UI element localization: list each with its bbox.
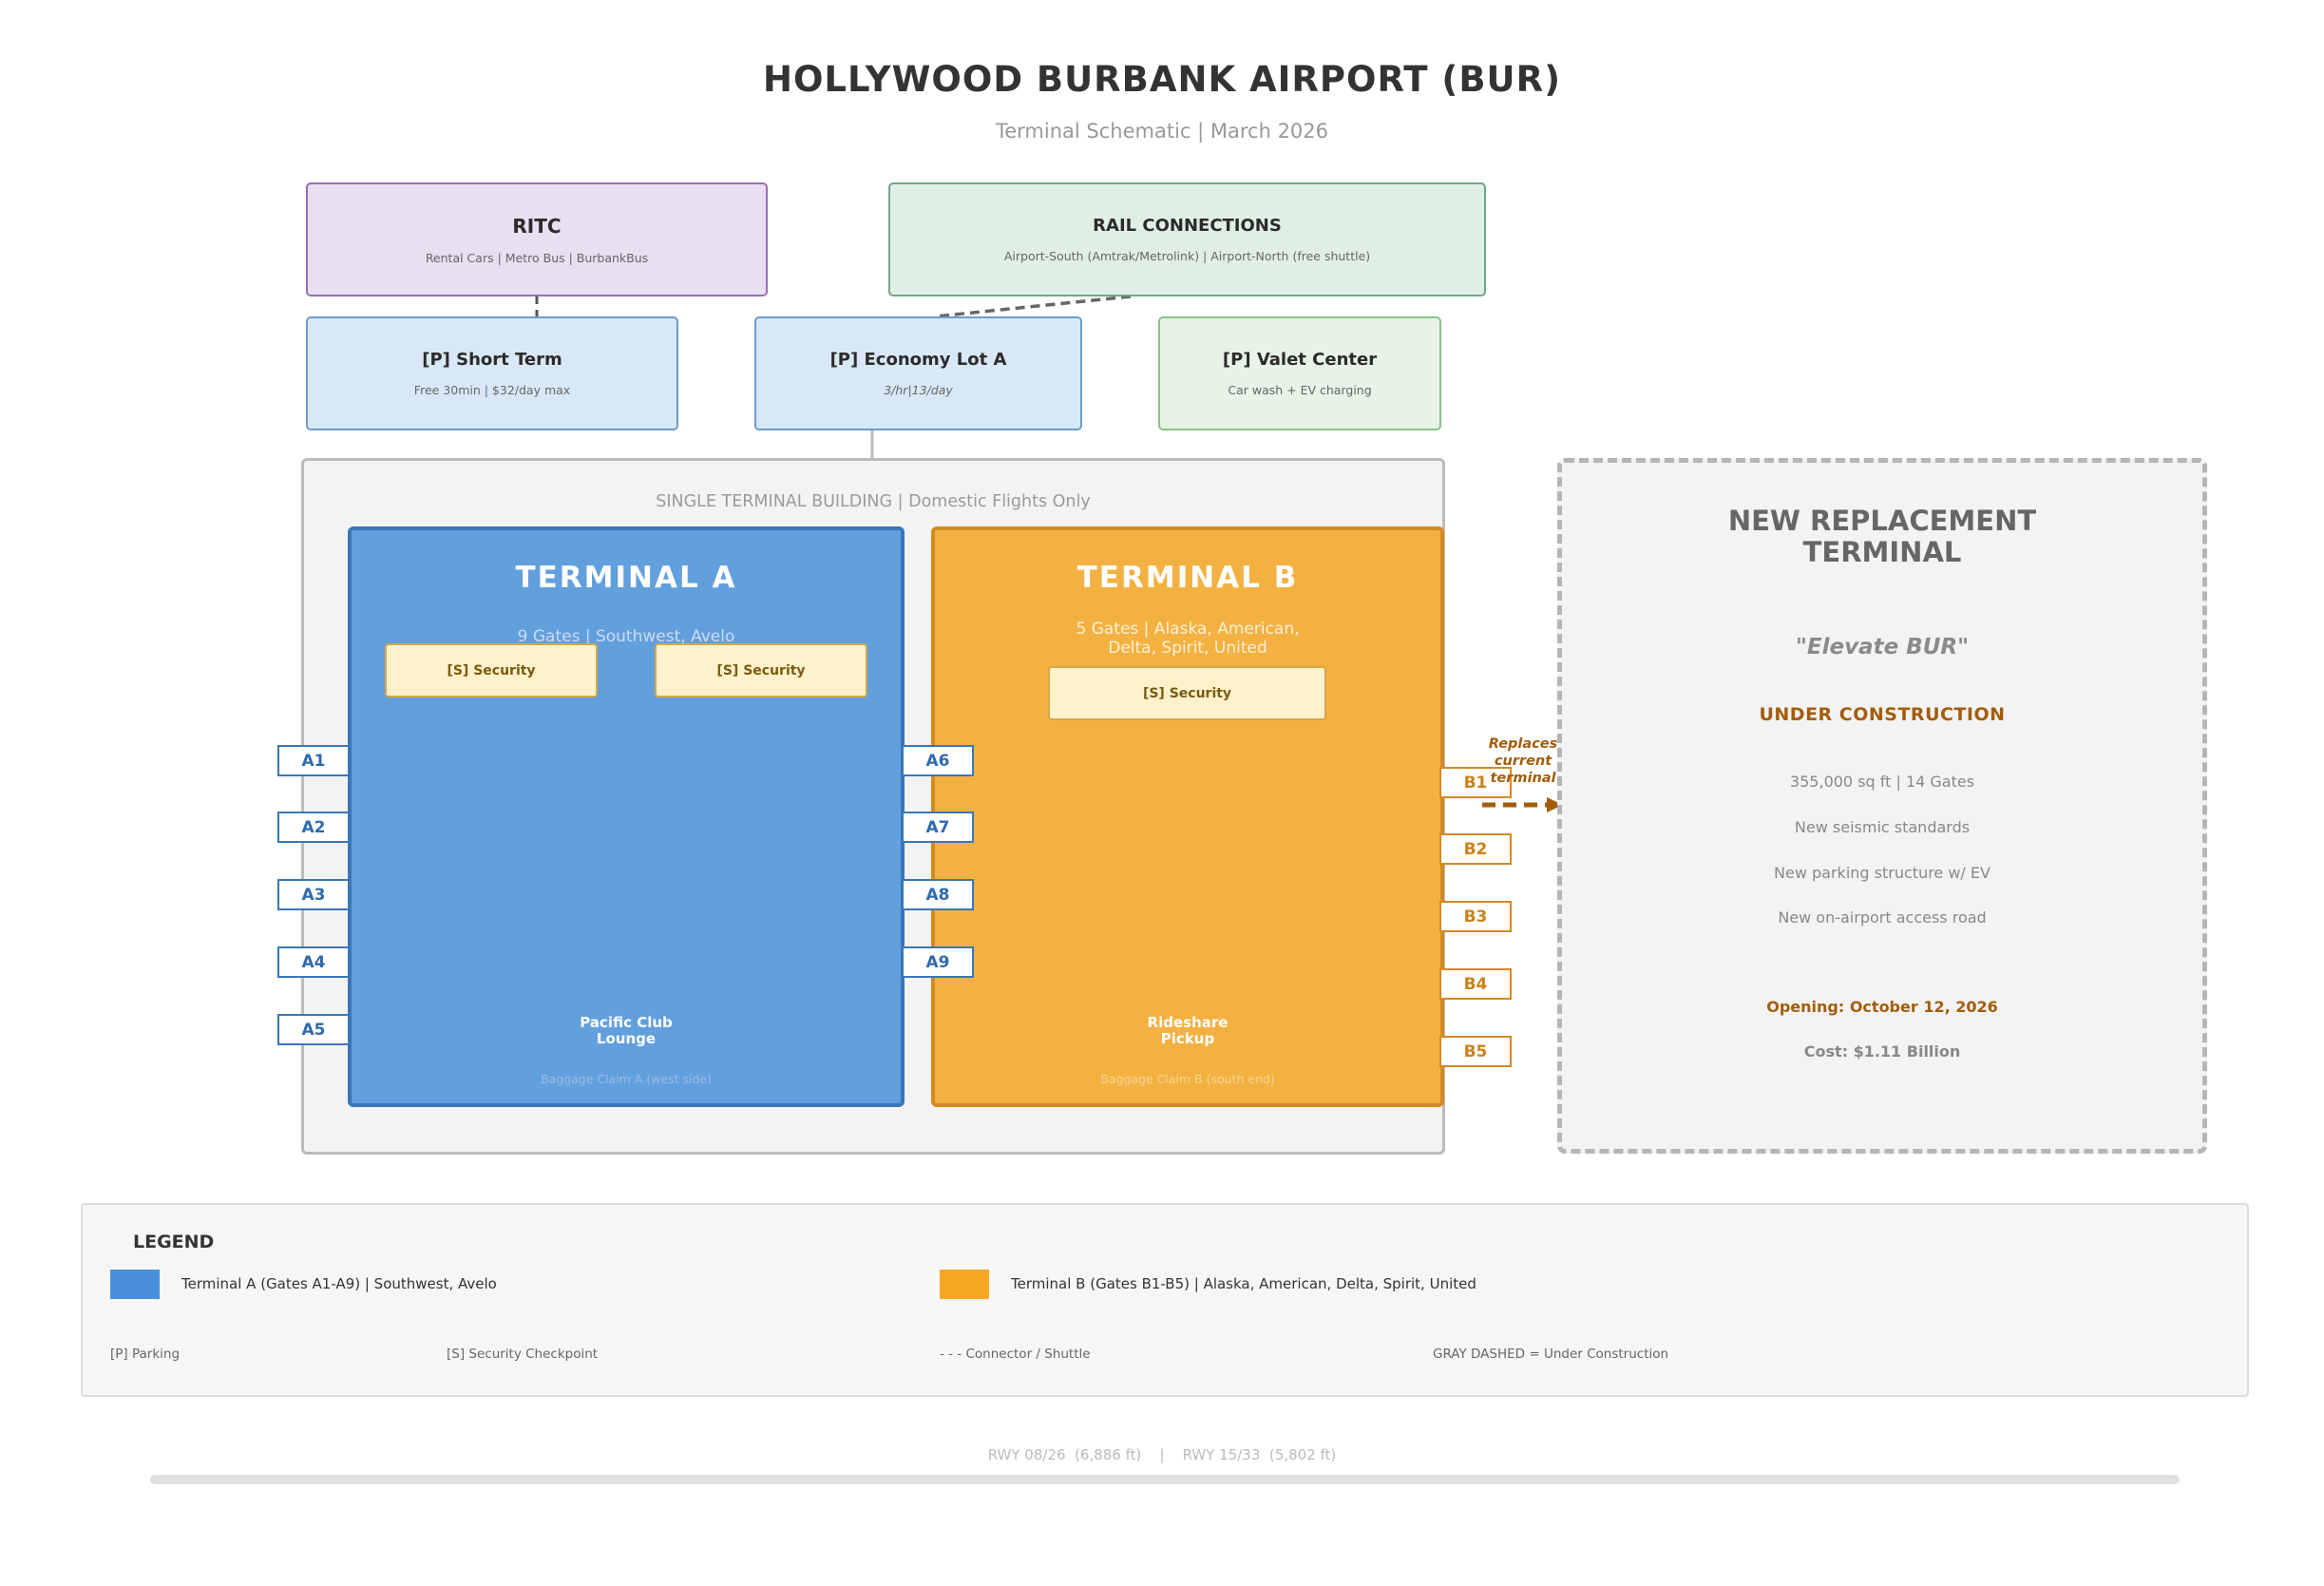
terminal-b-subtitle: 5 Gates | Alaska, American, Delta, Spiri… — [1076, 620, 1300, 658]
gate-a8[interactable]: A8 — [902, 879, 974, 910]
short-term-subtitle: Free 30min | $32/day max — [413, 383, 571, 397]
new-terminal-tagline: "Elevate BUR" — [1795, 635, 1970, 659]
page-subtitle: Terminal Schematic | March 2026 — [995, 120, 1329, 143]
under-construction-status: UNDER CONSTRUCTION — [1759, 704, 2006, 725]
terminal-b-legend-swatch — [940, 1270, 989, 1299]
ritc-subtitle: Rental Cars | Metro Bus | BurbankBus — [425, 250, 649, 265]
gate-b4[interactable]: B4 — [1439, 968, 1512, 1000]
gate-a3[interactable]: A3 — [277, 879, 350, 910]
legend-construction-note: GRAY DASHED = Under Construction — [1433, 1347, 1669, 1362]
gate-a7[interactable]: A7 — [902, 812, 974, 843]
baggage-claim-b-label: Baggage Claim B (south end) — [1100, 1072, 1275, 1086]
pacific-club-lounge-label: Pacific Club Lounge — [580, 1014, 673, 1047]
valet-subtitle: Car wash + EV charging — [1228, 383, 1372, 397]
terminal-a-title: TERMINAL A — [515, 561, 737, 595]
rail-connector — [935, 295, 1132, 318]
rail-connections-box: RAIL CONNECTIONS Airport-South (Amtrak/M… — [888, 182, 1486, 296]
page-title: HOLLYWOOD BURBANK AIRPORT (BUR) — [763, 59, 1561, 100]
economy-subtitle: 3/hr|13/day — [884, 383, 953, 397]
building-label: SINGLE TERMINAL BUILDING | Domestic Flig… — [656, 492, 1091, 511]
short-term-title: [P] Short Term — [422, 350, 562, 370]
gate-b3[interactable]: B3 — [1439, 901, 1512, 932]
gate-a1[interactable]: A1 — [277, 745, 350, 776]
rail-subtitle: Airport-South (Amtrak/Metrolink) | Airpo… — [1003, 249, 1371, 263]
legend-connector-note: - - - Connector / Shuttle — [940, 1347, 1091, 1362]
opening-date: Opening: October 12, 2026 — [1766, 998, 1998, 1016]
terminal-a-legend-text: Terminal A (Gates A1-A9) | Southwest, Av… — [181, 1275, 497, 1292]
baggage-claim-a-label: Baggage Claim A (west side) — [540, 1072, 713, 1086]
gate-a9[interactable]: A9 — [902, 946, 974, 978]
security-checkpoint-a1: [S] Security — [385, 643, 598, 697]
rail-title: RAIL CONNECTIONS — [1093, 216, 1282, 236]
terminal-b-title: TERMINAL B — [1076, 561, 1299, 595]
ritc-box: RITC Rental Cars | Metro Bus | BurbankBu… — [306, 182, 768, 296]
legend-panel — [81, 1203, 2249, 1397]
legend-parking-note: [P] Parking — [110, 1347, 181, 1362]
legend-title: LEGEND — [133, 1232, 215, 1252]
ritc-title: RITC — [512, 214, 562, 238]
new-terminal-fact: New on-airport access road — [1778, 908, 1987, 927]
valet-center-box: [P] Valet Center Car wash + EV charging — [1158, 316, 1441, 430]
security-checkpoint-a2: [S] Security — [655, 643, 867, 697]
economy-lot-box: [P] Economy Lot A 3/hr|13/day — [754, 316, 1082, 430]
gate-a4[interactable]: A4 — [277, 946, 350, 978]
legend-security-note: [S] Security Checkpoint — [447, 1347, 599, 1362]
valet-title: [P] Valet Center — [1222, 350, 1378, 370]
gate-b5[interactable]: B5 — [1439, 1036, 1512, 1067]
gate-a5[interactable]: A5 — [277, 1014, 350, 1045]
gate-a6[interactable]: A6 — [902, 745, 974, 776]
runway-bar — [150, 1475, 2180, 1484]
security-checkpoint-b: [S] Security — [1048, 666, 1326, 720]
new-terminal-fact: 355,000 sq ft | 14 Gates — [1789, 773, 1975, 791]
economy-title: [P] Economy Lot A — [829, 350, 1007, 370]
gate-a2[interactable]: A2 — [277, 812, 350, 843]
runway-label: RWY 08/26 (6,886 ft) | RWY 15/33 (5,802 … — [987, 1446, 1337, 1463]
new-terminal-fact: New parking structure w/ EV — [1774, 864, 1991, 882]
construction-cost: Cost: $1.11 Billion — [1803, 1042, 1961, 1061]
short-term-parking-box: [P] Short Term Free 30min | $32/day max — [306, 316, 678, 430]
terminal-b-legend-text: Terminal B (Gates B1-B5) | Alaska, Ameri… — [1011, 1275, 1476, 1292]
gate-b2[interactable]: B2 — [1439, 833, 1512, 865]
new-terminal-fact: New seismic standards — [1794, 818, 1971, 836]
terminal-a-legend-swatch — [110, 1270, 160, 1299]
rideshare-pickup-label: Rideshare Pickup — [1147, 1014, 1229, 1047]
new-terminal-title: NEW REPLACEMENT TERMINAL — [1727, 505, 2037, 568]
